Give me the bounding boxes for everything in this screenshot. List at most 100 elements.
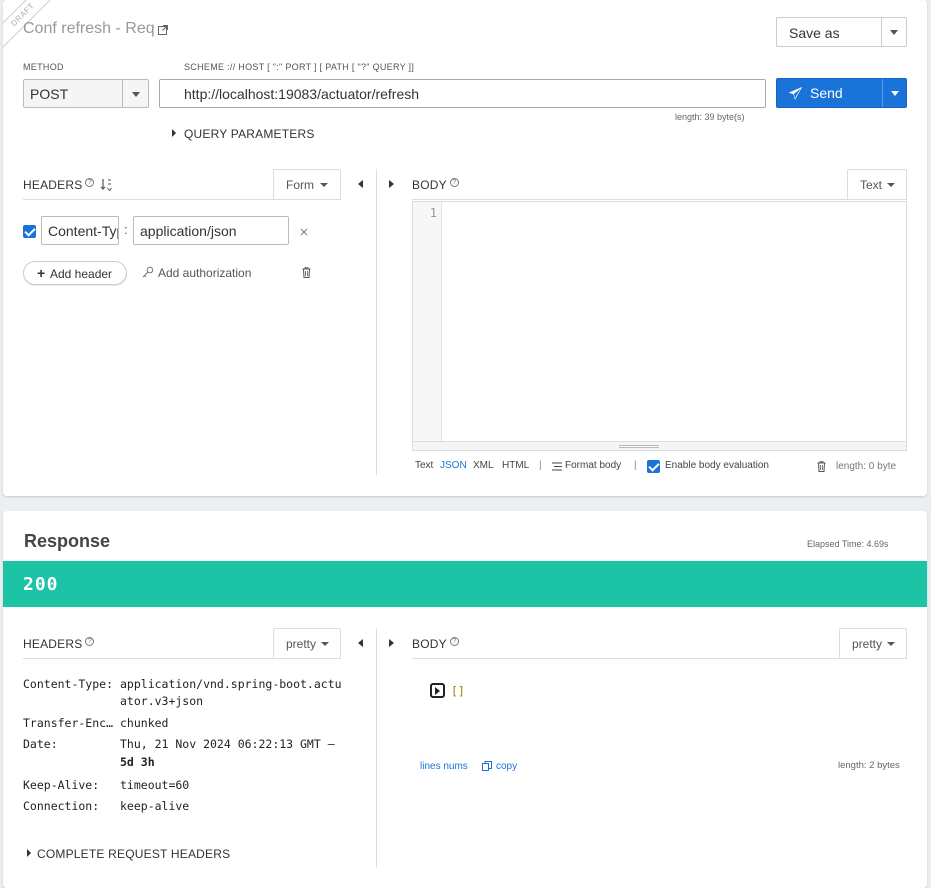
- close-icon[interactable]: [300, 228, 308, 236]
- save-as-label: Save as: [789, 25, 840, 41]
- complete-request-headers-toggle[interactable]: COMPLETE REQUEST HEADERS: [25, 847, 245, 863]
- divider: [376, 169, 377, 475]
- method-label: METHOD: [23, 62, 64, 72]
- format-html[interactable]: HTML: [502, 460, 529, 471]
- enable-body-evaluation-label: Enable body evaluation: [665, 460, 769, 471]
- chevron-down-icon: [132, 92, 140, 97]
- help-icon[interactable]: ?: [449, 178, 459, 187]
- response-header-value: timeout=60: [120, 778, 190, 792]
- format-json[interactable]: JSON: [440, 460, 467, 471]
- help-icon[interactable]: ?: [449, 637, 459, 646]
- response-body-mode-dropdown[interactable]: pretty: [839, 628, 907, 658]
- response-header-key: Keep-Alive:: [23, 778, 100, 792]
- response-header-value: application/vnd.spring-boot.actuator.v3+…: [120, 677, 342, 708]
- enable-body-evaluation-checkbox[interactable]: [647, 460, 660, 473]
- response-header-key: Connection:: [23, 799, 100, 813]
- body-mode-dropdown[interactable]: Text: [847, 169, 907, 199]
- help-icon[interactable]: ?: [85, 637, 95, 646]
- copy-label: copy: [496, 761, 518, 772]
- header-name-value: Content-Type: [48, 223, 118, 239]
- header-enabled-checkbox[interactable]: [23, 225, 36, 238]
- response-header-relative-date: 5d 3h: [120, 755, 155, 769]
- response-header-value: keep-alive: [120, 799, 190, 813]
- collapse-left-icon[interactable]: [358, 180, 363, 188]
- header-name-input[interactable]: Content-Type: [41, 216, 119, 245]
- divider: [122, 80, 123, 107]
- url-input[interactable]: http://localhost:19083/actuator/refresh: [159, 79, 766, 108]
- collapse-left-icon[interactable]: [358, 639, 363, 647]
- trash-icon[interactable]: [817, 461, 826, 472]
- status-bar: 200: [3, 561, 927, 607]
- elapsed-time: Elapsed Time: 4.69s: [807, 539, 889, 549]
- chevron-right-icon: [172, 129, 176, 137]
- divider: [23, 658, 341, 659]
- format-body-label: Format body: [565, 460, 622, 471]
- headers-title: HEADERS?: [23, 178, 95, 192]
- query-parameters-toggle[interactable]: QUERY PARAMETERS: [170, 127, 330, 143]
- lines-nums-button[interactable]: lines nums: [420, 761, 468, 772]
- save-as-button[interactable]: Save as: [776, 17, 907, 47]
- headers-mode-dropdown[interactable]: Form: [273, 169, 341, 199]
- url-length: length: 39 byte(s): [675, 112, 745, 122]
- expand-right-icon[interactable]: [389, 180, 394, 188]
- body-editor[interactable]: 1: [412, 201, 907, 451]
- chevron-down-icon: [887, 183, 895, 187]
- header-separator: :: [124, 222, 128, 237]
- url-format-label: SCHEME :// HOST [ ":" PORT ] [ PATH [ "?…: [184, 62, 415, 72]
- chevron-down-icon: [321, 642, 329, 646]
- request-title[interactable]: Conf refresh - Req: [23, 20, 155, 38]
- query-parameters-label: QUERY PARAMETERS: [184, 127, 315, 141]
- divider: [412, 658, 907, 659]
- body-mode-label: Text: [860, 178, 883, 192]
- copy-button[interactable]: copy: [482, 760, 527, 773]
- sort-icon[interactable]: [100, 178, 112, 191]
- format-body-button[interactable]: Format body: [552, 460, 632, 473]
- send-label: Send: [810, 85, 843, 101]
- response-panel: Response Elapsed Time: 4.69s 200 HEADERS…: [3, 511, 927, 888]
- add-header-label: Add header: [50, 267, 113, 281]
- headers-mode-label: Form: [286, 178, 314, 192]
- help-icon[interactable]: ?: [85, 178, 95, 187]
- request-panel: DRAFT Conf refresh - Req Save as METHOD …: [3, 0, 927, 496]
- response-header-key: Content-Type:: [23, 677, 114, 691]
- response-header-value: chunked: [120, 716, 169, 730]
- body-length: length: 0 byte: [836, 461, 897, 472]
- divider: [881, 18, 882, 46]
- trash-icon[interactable]: [302, 267, 311, 278]
- headers-title-text: HEADERS: [23, 178, 83, 192]
- chevron-right-icon: [27, 849, 31, 857]
- response-headers-mode-dropdown[interactable]: pretty: [273, 628, 341, 658]
- add-authorization-button[interactable]: Add authorization: [142, 265, 262, 281]
- play-icon: [435, 687, 440, 695]
- align-icon: [552, 462, 562, 471]
- format-xml[interactable]: XML: [473, 460, 494, 471]
- chevron-down-icon[interactable]: [891, 91, 899, 96]
- footer-divider: |: [634, 460, 637, 471]
- chevron-down-icon: [320, 183, 328, 187]
- method-select[interactable]: POST: [23, 79, 149, 108]
- url-value: http://localhost:19083/actuator/refresh: [184, 86, 420, 102]
- send-button[interactable]: Send: [776, 78, 907, 108]
- editor-resize-handle[interactable]: [413, 441, 906, 450]
- response-header-key: Transfer-Enc…: [23, 716, 114, 730]
- footer-divider: |: [539, 460, 542, 471]
- response-header-key: Date:: [23, 737, 58, 751]
- external-link-icon[interactable]: [158, 25, 168, 35]
- plus-icon: +: [37, 265, 46, 281]
- header-value-value: application/json: [140, 223, 237, 239]
- grip-icon: [619, 445, 659, 448]
- expand-toggle-icon[interactable]: [430, 683, 445, 698]
- add-header-button[interactable]: + Add header: [23, 261, 127, 285]
- copy-icon: [482, 761, 492, 771]
- format-text[interactable]: Text: [415, 460, 433, 471]
- response-body-mode-label: pretty: [852, 637, 883, 651]
- chevron-down-icon[interactable]: [890, 30, 898, 35]
- response-headers-title: HEADERS?: [23, 637, 95, 651]
- header-value-input[interactable]: application/json: [133, 216, 289, 245]
- key-icon: [142, 266, 154, 278]
- complete-request-headers-label: COMPLETE REQUEST HEADERS: [37, 847, 231, 861]
- divider: [23, 199, 341, 200]
- chevron-down-icon: [887, 642, 895, 646]
- response-title: Response: [24, 531, 111, 551]
- expand-right-icon[interactable]: [389, 639, 394, 647]
